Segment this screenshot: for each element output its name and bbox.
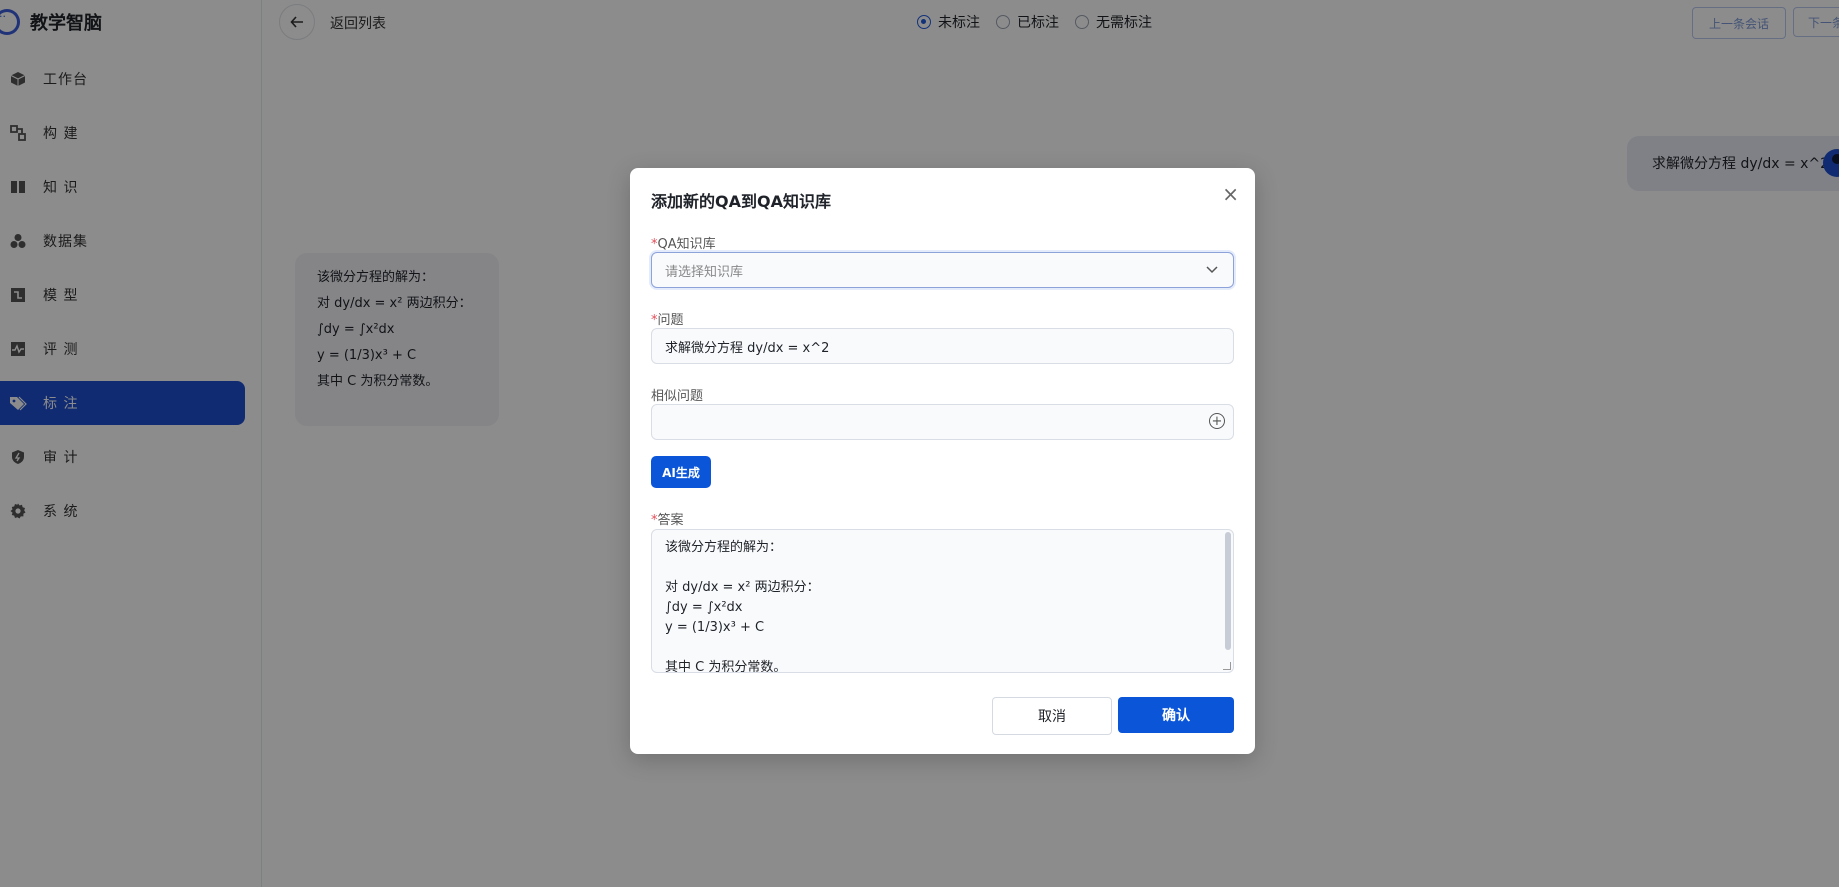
dialog-title: 添加新的QA到QA知识库 (651, 192, 831, 211)
question-input[interactable]: 求解微分方程 dy/dx = x^2 (651, 328, 1234, 364)
similar-question-input[interactable]: + (651, 404, 1234, 440)
cancel-button[interactable]: 取消 (992, 697, 1112, 735)
chevron-down-icon (1206, 266, 1218, 274)
add-circle-icon[interactable]: + (1209, 413, 1225, 429)
similar-question-label: 相似问题 (651, 389, 704, 404)
answer-line: 其中 C 为积分常数。 (665, 660, 787, 673)
answer-line (665, 638, 1220, 658)
kb-select[interactable]: 请选择知识库 (651, 252, 1234, 288)
answer-line: 该微分方程的解为： (665, 540, 783, 555)
question-label-text: 问题 (657, 313, 684, 328)
answer-textarea[interactable]: 该微分方程的解为： 对 dy/dx = x² 两边积分： ∫dy = ∫x²dx… (651, 529, 1234, 673)
answer-line: 对 dy/dx = x² 两边积分： (665, 580, 820, 595)
kb-label-text: QA知识库 (657, 237, 716, 252)
question-value: 求解微分方程 dy/dx = x^2 (665, 340, 830, 356)
answer-label: *答案 (651, 509, 684, 528)
close-icon[interactable]: × (1222, 182, 1239, 206)
kb-select-placeholder: 请选择知识库 (665, 264, 744, 280)
answer-line: ∫dy = ∫x²dx (665, 600, 743, 615)
kb-label: *QA知识库 (651, 233, 716, 252)
answer-label-text: 答案 (657, 513, 684, 528)
question-label: *问题 (651, 309, 684, 328)
answer-line (665, 558, 1220, 578)
textarea-scrollbar[interactable] (1225, 532, 1231, 650)
confirm-button[interactable]: 确认 (1118, 697, 1234, 733)
answer-line: y = (1/3)x³ + C (665, 620, 765, 635)
ai-generate-button[interactable]: AI生成 (651, 456, 711, 488)
add-qa-dialog: 添加新的QA到QA知识库 × *QA知识库 请选择知识库 *问题 求解微分方程 … (630, 168, 1255, 754)
resize-handle-icon[interactable] (1223, 662, 1231, 670)
